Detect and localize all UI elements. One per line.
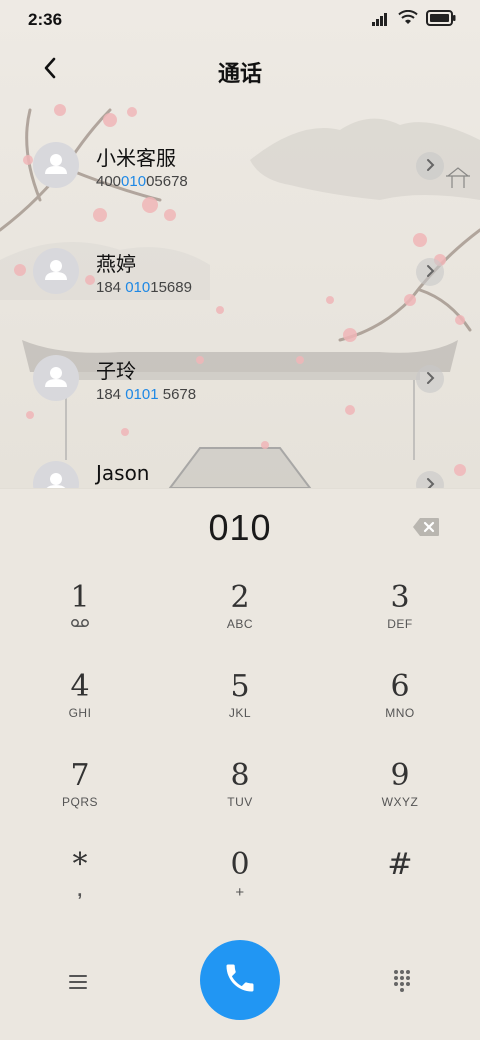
status-bar: 2:36 <box>0 0 480 40</box>
key-4[interactable]: 4 GHI <box>20 670 140 750</box>
contact-detail-button[interactable] <box>416 365 444 393</box>
key-letters: , <box>77 880 83 900</box>
call-button[interactable] <box>200 940 280 1020</box>
key-hash[interactable]: # <box>340 848 460 928</box>
contact-row[interactable]: Jason <box>0 447 480 488</box>
contact-row[interactable]: 小米客服 40001005678 <box>0 128 480 208</box>
backspace-button[interactable] <box>412 517 440 537</box>
key-7[interactable]: 7 PQRS <box>20 759 140 839</box>
key-star[interactable]: * , <box>20 848 140 928</box>
key-digit: * <box>72 847 88 882</box>
person-icon <box>45 260 67 280</box>
key-letters: ABC <box>226 617 254 631</box>
key-digit: 6 <box>390 669 410 704</box>
contact-detail-button[interactable] <box>416 471 444 488</box>
key-1[interactable]: 1 <box>20 581 140 661</box>
contact-detail-button[interactable] <box>416 152 444 180</box>
chevron-right-icon <box>425 263 435 282</box>
key-0[interactable]: 0 + <box>180 848 300 928</box>
contact-row[interactable]: 燕婷 184 01015689 <box>0 234 480 314</box>
contact-number: 184 0101 5678 <box>96 386 197 403</box>
key-digit: 5 <box>230 669 250 704</box>
chevron-right-icon <box>425 476 435 488</box>
key-6[interactable]: 6 MNO <box>340 670 460 750</box>
contact-detail-button[interactable] <box>416 258 444 286</box>
key-digit: 8 <box>230 758 250 793</box>
contact-list: 小米客服 40001005678 燕婷 184 01015689 子玲 184 … <box>0 120 480 488</box>
key-3[interactable]: 3 DEF <box>340 581 460 661</box>
key-digit: 1 <box>70 580 90 615</box>
contact-name: 小米客服 <box>96 146 176 170</box>
key-letters: WXYZ <box>381 795 419 809</box>
status-icons <box>372 9 456 30</box>
contact-number: 184 01015689 <box>96 279 192 296</box>
menu-icon <box>64 975 92 1000</box>
page-title: 通话 <box>217 62 262 87</box>
keypad-toggle-button[interactable] <box>388 966 416 994</box>
contact-name: 燕婷 <box>96 252 136 276</box>
person-icon <box>45 367 67 387</box>
contact-name: 子玲 <box>96 359 136 383</box>
key-8[interactable]: 8 TUV <box>180 759 300 839</box>
key-digit: 9 <box>390 758 410 793</box>
menu-button[interactable] <box>64 968 92 996</box>
key-letters: DEF <box>387 617 413 631</box>
voicemail-icon <box>20 617 140 631</box>
key-5[interactable]: 5 JKL <box>180 670 300 750</box>
avatar <box>33 248 79 294</box>
dialer-bottom-bar <box>0 930 480 1040</box>
contact-row[interactable]: 子玲 184 0101 5678 <box>0 341 480 421</box>
status-time: 2:36 <box>28 10 63 29</box>
avatar <box>33 355 79 401</box>
key-2[interactable]: 2 ABC <box>180 581 300 661</box>
key-letters: + <box>235 884 245 901</box>
key-digit: 4 <box>70 669 90 704</box>
header: 通话 <box>0 44 480 96</box>
key-letters: JKL <box>228 706 252 720</box>
avatar <box>33 461 79 488</box>
key-9[interactable]: 9 WXYZ <box>340 759 460 839</box>
backspace-icon <box>412 518 440 541</box>
phone-icon <box>222 960 258 1000</box>
key-digit: 0 <box>230 847 250 882</box>
battery-icon <box>426 10 456 30</box>
dialer-panel: 010 1 2 ABC 3 DEF 4 GHI 5 JKL 6 MNO 7 PQ… <box>0 488 480 1040</box>
signal-icon <box>372 11 390 30</box>
key-digit: 2 <box>230 580 250 615</box>
dialpad-icon <box>388 970 416 998</box>
contact-name: Jason <box>96 461 150 485</box>
key-digit: 7 <box>70 758 90 793</box>
person-icon <box>46 473 66 488</box>
key-letters: GHI <box>68 706 92 720</box>
key-digit: 3 <box>390 580 410 615</box>
key-letters: MNO <box>385 706 415 720</box>
dial-input-display[interactable]: 010 <box>0 507 480 549</box>
chevron-right-icon <box>425 157 435 176</box>
avatar <box>33 142 79 188</box>
key-letters: PQRS <box>61 795 98 809</box>
chevron-right-icon <box>425 370 435 389</box>
person-icon <box>45 154 67 174</box>
key-digit: # <box>387 847 413 882</box>
contact-number: 40001005678 <box>96 173 188 190</box>
key-letters: TUV <box>227 795 253 809</box>
wifi-icon <box>398 9 418 30</box>
